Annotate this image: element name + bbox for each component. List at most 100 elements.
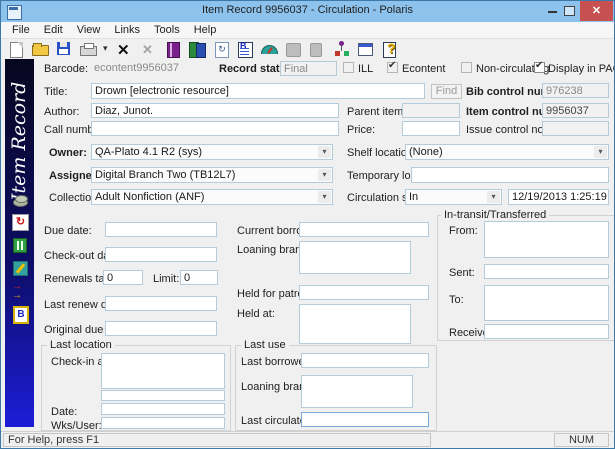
held-for-patron-field[interactable] [299, 285, 429, 300]
minimize-button[interactable] [548, 11, 557, 13]
checkout-date-field[interactable] [105, 247, 217, 262]
last-borrower-field[interactable] [301, 353, 429, 368]
sent-label: Sent: [449, 267, 475, 279]
print-dropdown-caret[interactable]: ▾ [103, 41, 111, 58]
to-box[interactable] [484, 285, 609, 321]
title-field[interactable]: Drown [electronic resource] [91, 83, 425, 99]
check-in-at-line[interactable] [101, 390, 225, 401]
title-bar: Item Record 9956037 - Circulation - Pola… [1, 1, 614, 22]
print-icon[interactable] [79, 41, 98, 58]
limit-field[interactable]: 0 [180, 270, 218, 285]
ill-checkbox [343, 62, 354, 73]
history-icon[interactable]: ↻ [12, 214, 29, 231]
notes-icon[interactable] [12, 260, 28, 276]
original-due-date-field[interactable] [105, 321, 217, 336]
menu-edit[interactable]: Edit [37, 24, 70, 36]
loaning-branch-box[interactable] [299, 241, 411, 274]
barcode-label: Barcode: [44, 63, 89, 75]
menu-bar: File Edit View Links Tools Help [1, 22, 614, 39]
record-b-icon[interactable]: B [12, 306, 29, 324]
save-icon[interactable] [55, 41, 74, 58]
from-box[interactable] [484, 221, 609, 258]
properties-window-icon[interactable] [356, 41, 375, 58]
maximize-button[interactable] [564, 6, 575, 16]
loaning-branch2-box[interactable] [301, 375, 413, 408]
transfer-arrows-icon[interactable]: → [12, 282, 28, 299]
held-at-label: Held at: [237, 308, 275, 320]
close-button[interactable]: ✕ [580, 1, 613, 21]
date-field[interactable] [101, 403, 225, 415]
due-date-field[interactable] [105, 222, 217, 237]
circulation-status-date[interactable]: 12/19/2013 1:25:19 PM [508, 189, 609, 205]
window-title: Item Record 9956037 - Circulation - Pola… [202, 4, 413, 16]
status-bar: For Help, press F1 NUM [1, 431, 614, 448]
issue-control-field [542, 121, 609, 136]
check-in-at-box[interactable] [101, 353, 225, 389]
to-label: To: [449, 294, 464, 306]
received-field[interactable] [484, 324, 609, 339]
help-icon[interactable]: ? [380, 40, 399, 58]
hierarchy-icon[interactable] [332, 41, 351, 58]
disabled-icon-2 [308, 41, 327, 58]
circulation-status-dropdown[interactable]: In ▾ [405, 189, 502, 205]
record-status-field: Final [280, 61, 337, 76]
shelf-location-dropdown[interactable]: (None) ▾ [405, 144, 609, 160]
money-icon[interactable] [12, 195, 28, 211]
last-use-label: Last use [241, 339, 289, 351]
chevron-down-icon: ▾ [594, 146, 607, 158]
owner-dropdown[interactable]: QA-Plato 4.1 R2 (sys) ▾ [91, 144, 333, 160]
author-field[interactable]: Diaz, Junot. [91, 103, 339, 118]
polaris-item-record-window: Item Record 9956037 - Circulation - Pola… [0, 0, 615, 449]
assigned-dropdown[interactable]: Digital Branch Two (TB12L7) ▾ [91, 167, 333, 183]
due-date-label: Due date: [44, 225, 92, 237]
held-at-box[interactable] [299, 304, 411, 344]
item-record-book-icon[interactable] [164, 41, 183, 58]
block-x-icon: ✕ [142, 42, 153, 57]
gauge-icon[interactable] [260, 41, 279, 58]
sent-field[interactable] [484, 264, 609, 279]
renewals-taken-field[interactable]: 0 [103, 270, 143, 285]
inventory-icon[interactable] [12, 237, 28, 253]
owner-label: Owner: [49, 147, 87, 159]
chevron-down-icon: ▾ [318, 146, 331, 158]
sidebar: Item Record ↻ → B [5, 59, 34, 427]
delete-x-icon[interactable]: ✕ [116, 41, 135, 59]
chevron-down-icon: ▾ [318, 169, 331, 181]
bib-control-number-field: 976238 [542, 83, 609, 98]
title-label: Title: [44, 86, 68, 98]
last-circulated-field[interactable] [301, 412, 429, 427]
ledger-b-icon[interactable]: B [236, 41, 255, 58]
collection-dropdown[interactable]: Adult Nonfiction (ANF) ▾ [91, 189, 333, 205]
price-label: Price: [347, 124, 376, 136]
parent-item-field [402, 103, 460, 118]
menu-help[interactable]: Help [187, 24, 224, 36]
temporary-location-field[interactable] [411, 167, 609, 183]
menu-links[interactable]: Links [107, 24, 147, 36]
chevron-down-icon: ▾ [487, 191, 500, 203]
menu-file[interactable]: File [5, 24, 37, 36]
econtent-label: Econtent [402, 63, 446, 75]
display-in-pac-checkbox[interactable] [534, 60, 545, 73]
date-label: Date: [51, 406, 78, 418]
bib-record-books-icon[interactable] [188, 41, 207, 58]
ill-label: ILL [358, 63, 374, 75]
new-document-icon[interactable] [7, 41, 26, 58]
num-lock-indicator: NUM [554, 433, 609, 447]
wks-user-field[interactable] [101, 417, 225, 429]
chevron-down-icon: ▾ [318, 191, 331, 203]
menu-view[interactable]: View [70, 24, 108, 36]
refresh-clipboard-icon[interactable]: ↻ [212, 41, 231, 58]
barcode-value: econtent9956037 [94, 62, 180, 74]
toolbar: ▾ ✕ ✕ ↻ B ? [1, 40, 614, 59]
price-field[interactable] [402, 121, 460, 136]
sidebar-title: Item Record [8, 81, 30, 201]
noncirc-checkbox [461, 62, 472, 73]
last-renew-date-field[interactable] [105, 296, 217, 311]
limit-label: Limit: [153, 273, 180, 285]
issue-control-label: Issue control no.: [466, 124, 550, 136]
parent-item-label: Parent item: [347, 106, 407, 118]
menu-tools[interactable]: Tools [147, 24, 187, 36]
open-folder-icon[interactable] [31, 41, 50, 58]
current-borrower-field[interactable] [299, 222, 429, 237]
call-number-field[interactable] [91, 121, 339, 136]
